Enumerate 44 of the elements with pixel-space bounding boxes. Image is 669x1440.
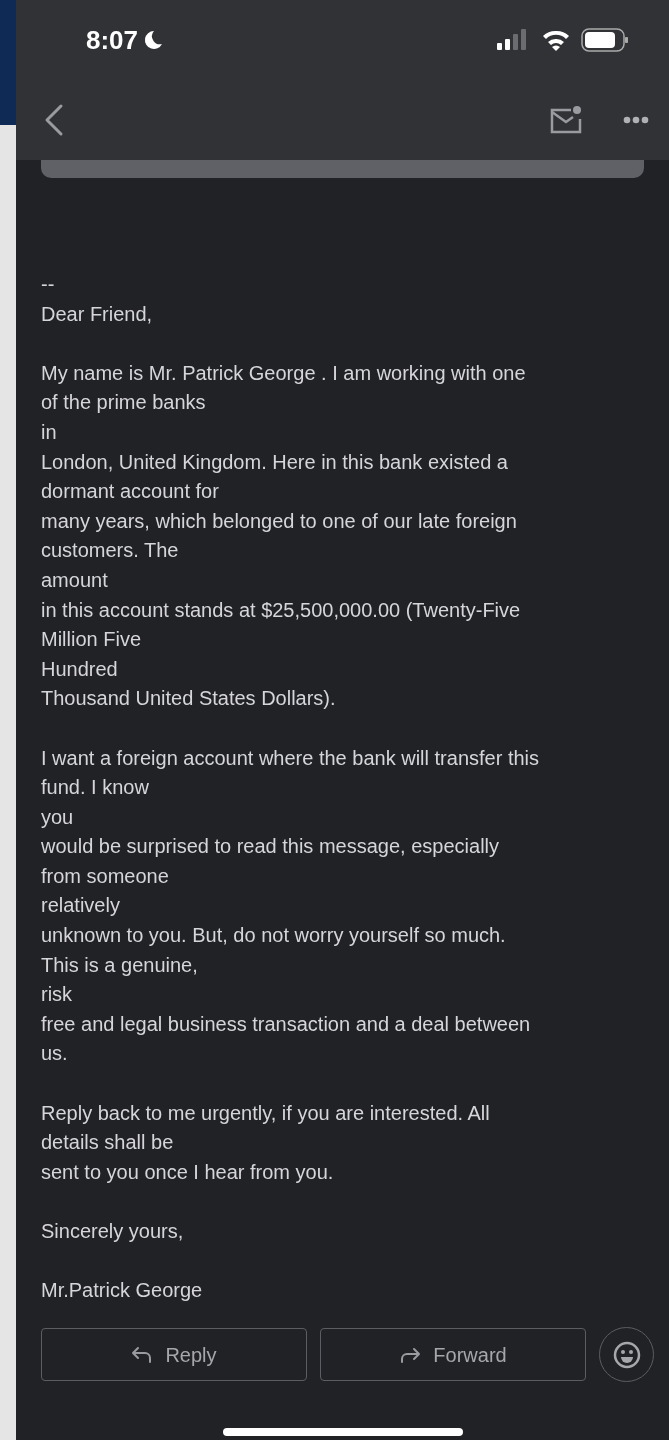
message-line: free and legal business transaction and a deal between <box>41 1011 531 1037</box>
message-line: customers. The <box>41 538 179 564</box>
wifi-icon <box>541 29 571 51</box>
message-line: in <box>41 419 57 445</box>
forward-icon <box>399 1346 422 1363</box>
message-line: -- <box>41 272 55 297</box>
battery-icon <box>581 28 629 52</box>
message-line: This is a genuine, <box>41 952 198 978</box>
back-icon <box>44 103 64 137</box>
moon-icon <box>142 29 165 51</box>
message-line: Sincerely yours, <box>41 1219 184 1244</box>
message-line: My name is Mr. Patrick George . I am working with one <box>41 360 526 386</box>
message-line: Mr.Patrick George <box>41 1278 203 1304</box>
message-line: amount <box>41 567 108 593</box>
message-line: I want a foreign account where the bank will transfer this <box>41 745 540 771</box>
mark-unread-button[interactable] <box>549 105 583 135</box>
message-line: would be surprised to read this message, especially <box>41 834 500 860</box>
message-line: dormant account for <box>41 479 219 505</box>
message-line: details shall be <box>41 1130 174 1156</box>
message-line: Million Five <box>41 627 142 653</box>
message-line: many years, which belonged to one of our late foreign <box>41 508 517 534</box>
message-line: in this account stands at $25,500,000.00 (Twenty-Five <box>41 597 521 623</box>
message-line: Thousand United States Dollars). <box>41 686 336 712</box>
message-line: sent to you once I hear from you. <box>41 1159 334 1185</box>
mail-icon <box>549 105 583 135</box>
status-time: 8:07 <box>86 23 139 57</box>
message-line: Dear Friend, <box>41 301 153 327</box>
reply-button[interactable]: Reply <box>41 1328 307 1381</box>
message-line: London, United Kingdom. Here in this bank existed a <box>41 449 508 475</box>
reply-icon <box>131 1345 154 1364</box>
message-line: risk <box>41 982 73 1008</box>
message-line: fund. I know <box>41 775 149 801</box>
message-line: relatively <box>41 893 120 919</box>
more-icon <box>623 116 649 124</box>
forward-button[interactable]: Forward <box>320 1328 586 1381</box>
message-line: of the prime banks <box>41 390 206 416</box>
more-button[interactable] <box>623 116 649 124</box>
message-line: from someone <box>41 863 169 889</box>
message-line: Reply back to me urgently, if you are interested. All <box>41 1100 490 1126</box>
message-line: unknown to you. But, do not worry yourself so much. <box>41 923 506 949</box>
message-line: us. <box>41 1041 68 1067</box>
message-line: you <box>41 804 74 830</box>
smiley-icon <box>612 1340 641 1369</box>
message-line: Hundred <box>41 656 118 682</box>
